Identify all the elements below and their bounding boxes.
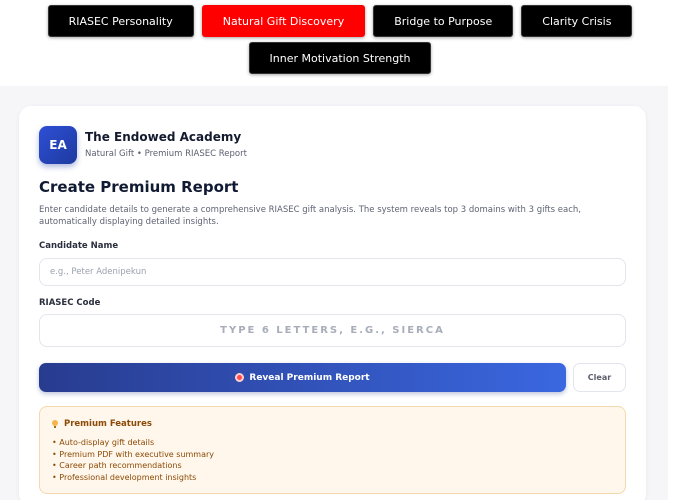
list-item: Premium PDF with executive summary [52,449,214,461]
brand-name: The Endowed Academy [85,130,242,144]
tab-bridge-to-purpose[interactable]: Bridge to Purpose [373,5,514,37]
features-list: Auto-display gift details Premium PDF wi… [52,437,214,483]
riasec-code-label: RIASEC Code [39,298,101,308]
tab-inner-motivation-strength[interactable]: Inner Motivation Strength [248,42,432,74]
bulb-icon [52,420,58,428]
page-title: Create Premium Report [39,178,239,196]
logo-text: EA [49,138,67,152]
tab-natural-gift-discovery[interactable]: Natural Gift Discovery [201,5,366,37]
report-card: EA The Endowed Academy Natural Gift • Pr… [19,106,646,500]
reveal-report-label: Reveal Premium Report [249,372,370,383]
page-description: Enter candidate details to generate a co… [39,205,581,227]
premium-features-title: Premium Features [52,419,152,429]
list-item: Professional development insights [52,472,214,484]
candidate-name-input[interactable] [39,258,626,286]
list-item: Career path recommendations [52,460,214,472]
target-icon [235,373,245,382]
tab-riasec-personality[interactable]: RIASEC Personality [47,5,194,37]
riasec-code-input[interactable] [39,314,626,347]
brand-subtitle: Natural Gift • Premium RIASEC Report [85,149,247,159]
reveal-report-button[interactable]: Reveal Premium Report [39,363,566,392]
list-item: Auto-display gift details [52,437,214,449]
tab-clarity-crisis[interactable]: Clarity Crisis [521,5,633,37]
premium-features-box: Premium Features Auto-display gift detai… [39,406,626,494]
premium-features-label: Premium Features [64,419,152,429]
clear-button[interactable]: Clear [573,363,626,392]
candidate-name-label: Candidate Name [39,241,119,251]
top-nav-row-1: RIASEC Personality Natural Gift Discover… [0,5,700,37]
academy-logo: EA [39,126,77,164]
top-nav-row-2: Inner Motivation Strength [0,42,700,74]
main-stage: EA The Endowed Academy Natural Gift • Pr… [0,86,668,500]
